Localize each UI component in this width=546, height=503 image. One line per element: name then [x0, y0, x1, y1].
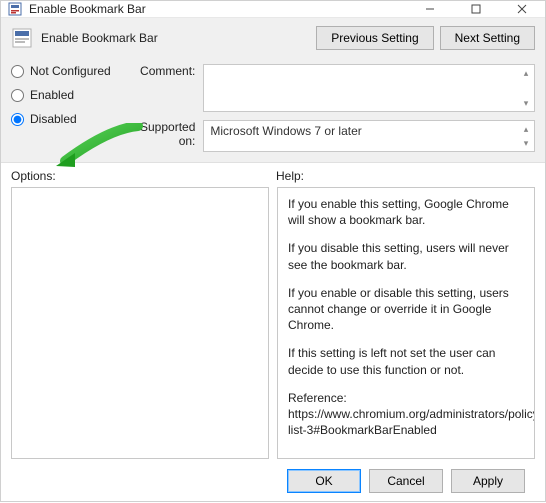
policy-icon [11, 27, 33, 49]
supported-on-label: Supported on: [136, 120, 203, 152]
comment-field[interactable]: ▴ ▾ [203, 64, 535, 112]
state-radio-group: Not Configured Enabled Disabled [11, 64, 136, 152]
chevron-down-icon[interactable]: ▾ [520, 97, 532, 109]
chevron-up-icon[interactable]: ▴ [520, 67, 532, 79]
options-panel [11, 187, 269, 459]
apply-button[interactable]: Apply [451, 469, 525, 493]
lower-section: Options: Help: If you enable this settin… [1, 163, 545, 503]
dialog-window: Enable Bookmark Bar Enable [0, 0, 546, 502]
radio-enabled[interactable]: Enabled [11, 88, 136, 102]
window-controls [407, 1, 545, 17]
policy-title: Enable Bookmark Bar [41, 31, 310, 45]
upper-section: Enable Bookmark Bar Previous Setting Nex… [1, 18, 545, 163]
supported-on-field: Microsoft Windows 7 or later ▴ ▾ [203, 120, 535, 152]
close-button[interactable] [499, 1, 545, 17]
chevron-up-icon[interactable]: ▴ [520, 123, 532, 135]
dialog-footer: OK Cancel Apply [11, 459, 535, 503]
supported-on-value: Microsoft Windows 7 or later [210, 124, 361, 138]
options-header: Options: [11, 169, 276, 183]
radio-disabled[interactable]: Disabled [11, 112, 136, 126]
help-text: If you disable this setting, users will … [288, 240, 524, 272]
comment-label: Comment: [136, 64, 203, 112]
radio-disabled-label: Disabled [30, 112, 77, 126]
radio-enabled-label: Enabled [30, 88, 74, 102]
radio-not-configured-input[interactable] [11, 65, 24, 78]
radio-not-configured-label: Not Configured [30, 64, 111, 78]
window-title: Enable Bookmark Bar [29, 2, 407, 16]
minimize-button[interactable] [407, 1, 453, 17]
next-setting-button[interactable]: Next Setting [440, 26, 535, 50]
titlebar: Enable Bookmark Bar [1, 1, 545, 18]
policy-editor-icon [7, 1, 23, 17]
cancel-button[interactable]: Cancel [369, 469, 443, 493]
help-panel: If you enable this setting, Google Chrom… [277, 187, 535, 459]
radio-enabled-input[interactable] [11, 89, 24, 102]
radio-not-configured[interactable]: Not Configured [11, 64, 136, 78]
help-header: Help: [276, 169, 304, 183]
radio-disabled-input[interactable] [11, 113, 24, 126]
ok-button[interactable]: OK [287, 469, 361, 493]
help-text: If you enable or disable this setting, u… [288, 285, 524, 334]
chevron-down-icon[interactable]: ▾ [520, 137, 532, 149]
help-text: If you enable this setting, Google Chrom… [288, 196, 524, 228]
help-text: Reference: https://www.chromium.org/admi… [288, 390, 524, 439]
maximize-button[interactable] [453, 1, 499, 17]
help-text: If this setting is left not set the user… [288, 345, 524, 377]
previous-setting-button[interactable]: Previous Setting [316, 26, 433, 50]
